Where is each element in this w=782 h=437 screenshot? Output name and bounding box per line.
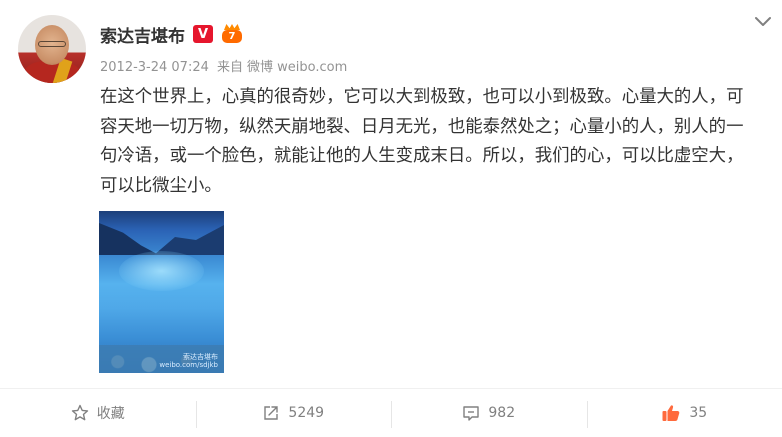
like-count: 35 <box>689 405 708 421</box>
source-prefix: 来自 <box>217 60 244 75</box>
post-text: 在这个世界上，心真的很奇妙，它可以大到极致，也可以小到极致。心量大的人，可容天地… <box>100 87 744 196</box>
repost-button[interactable]: 5249 <box>195 389 392 437</box>
verified-badge-icon[interactable]: V <box>193 25 213 43</box>
comment-button[interactable]: 982 <box>391 389 587 437</box>
weibo-post-card: 索达吉堪布 V 7 2012-3-24 07:24 来自 微博 weibo.com… <box>0 0 782 437</box>
image-mountain-left <box>99 223 159 255</box>
post-toolbar: 收藏 5249 982 35 <box>0 388 782 437</box>
thumbs-up-icon <box>661 403 681 423</box>
avatar-glasses <box>38 41 66 47</box>
member-crown-icon[interactable]: 7 <box>221 24 243 44</box>
star-icon <box>71 404 89 422</box>
member-level: 7 <box>222 30 242 43</box>
like-button[interactable]: 35 <box>586 389 782 437</box>
post-source[interactable]: 微博 weibo.com <box>247 60 347 75</box>
favorite-button[interactable]: 收藏 <box>0 389 196 437</box>
post-meta: 2012-3-24 07:24 来自 微博 weibo.com <box>100 56 351 75</box>
image-watermark: 索达吉堪布 weibo.com/sdjkb <box>159 353 218 369</box>
image-glow <box>119 251 204 291</box>
avatar[interactable] <box>18 15 86 83</box>
author-name[interactable]: 索达吉堪布 <box>100 22 185 47</box>
comment-count: 982 <box>488 405 516 421</box>
post-timestamp[interactable]: 2012-3-24 07:24 <box>100 60 209 75</box>
repost-count: 5249 <box>288 405 325 421</box>
favorite-label: 收藏 <box>96 406 125 422</box>
image-watermark-line2: weibo.com/sdjkb <box>159 361 218 369</box>
author-row: 索达吉堪布 V 7 <box>100 21 243 47</box>
post-image[interactable]: 索达吉堪布 weibo.com/sdjkb <box>99 211 224 373</box>
comment-icon <box>462 404 480 422</box>
image-watermark-line1: 索达吉堪布 <box>183 353 218 361</box>
chevron-down-icon[interactable] <box>752 12 774 32</box>
share-icon <box>262 404 280 422</box>
